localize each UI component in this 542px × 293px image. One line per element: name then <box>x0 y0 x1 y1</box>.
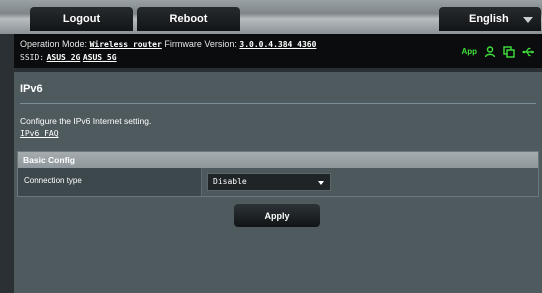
page-title: IPv6 <box>20 83 43 95</box>
reboot-button[interactable]: Reboot <box>137 7 240 31</box>
usb-icon[interactable] <box>522 46 536 58</box>
copy-icon[interactable] <box>503 45 515 58</box>
connection-type-select[interactable]: Disable <box>207 173 331 191</box>
logout-button[interactable]: Logout <box>30 7 133 31</box>
ssid-label: SSID: <box>20 53 45 62</box>
firmware-link[interactable]: 3.0.0.4.384_4360 <box>239 40 316 49</box>
faq-link[interactable]: IPv6_FAQ <box>20 129 59 138</box>
main-panel: IPv6 Configure the IPv6 Internet setting… <box>14 72 542 293</box>
table-row: Connection type Disable <box>18 168 538 196</box>
chevron-down-icon <box>318 181 324 185</box>
operation-mode-label: Operation Mode: <box>20 39 88 49</box>
connection-type-value: Disable <box>213 177 247 186</box>
language-label: English <box>469 13 509 25</box>
connection-type-label: Connection type <box>18 168 202 196</box>
basic-config-header: Basic Config <box>18 152 538 168</box>
status-icons: App <box>461 45 536 58</box>
language-selector[interactable]: English <box>439 7 541 31</box>
chevron-down-icon <box>523 17 533 23</box>
basic-config-table: Basic Config Connection type Disable <box>17 151 539 197</box>
apply-button[interactable]: Apply <box>234 204 320 227</box>
status-strip: Operation Mode: Wireless router Firmware… <box>14 34 542 68</box>
title-divider <box>20 103 536 104</box>
ssid-5g-link[interactable]: ASUS_5G <box>83 53 117 62</box>
firmware-label: Firmware Version: <box>164 39 237 49</box>
app-link[interactable]: App <box>461 45 477 58</box>
ssid-2g-link[interactable]: ASUS_2G <box>47 53 81 62</box>
page-description: Configure the IPv6 Internet setting. <box>20 116 152 126</box>
operation-mode-link[interactable]: Wireless router <box>90 40 162 49</box>
top-bar: Logout Reboot English <box>0 0 542 34</box>
user-icon[interactable] <box>484 45 496 58</box>
